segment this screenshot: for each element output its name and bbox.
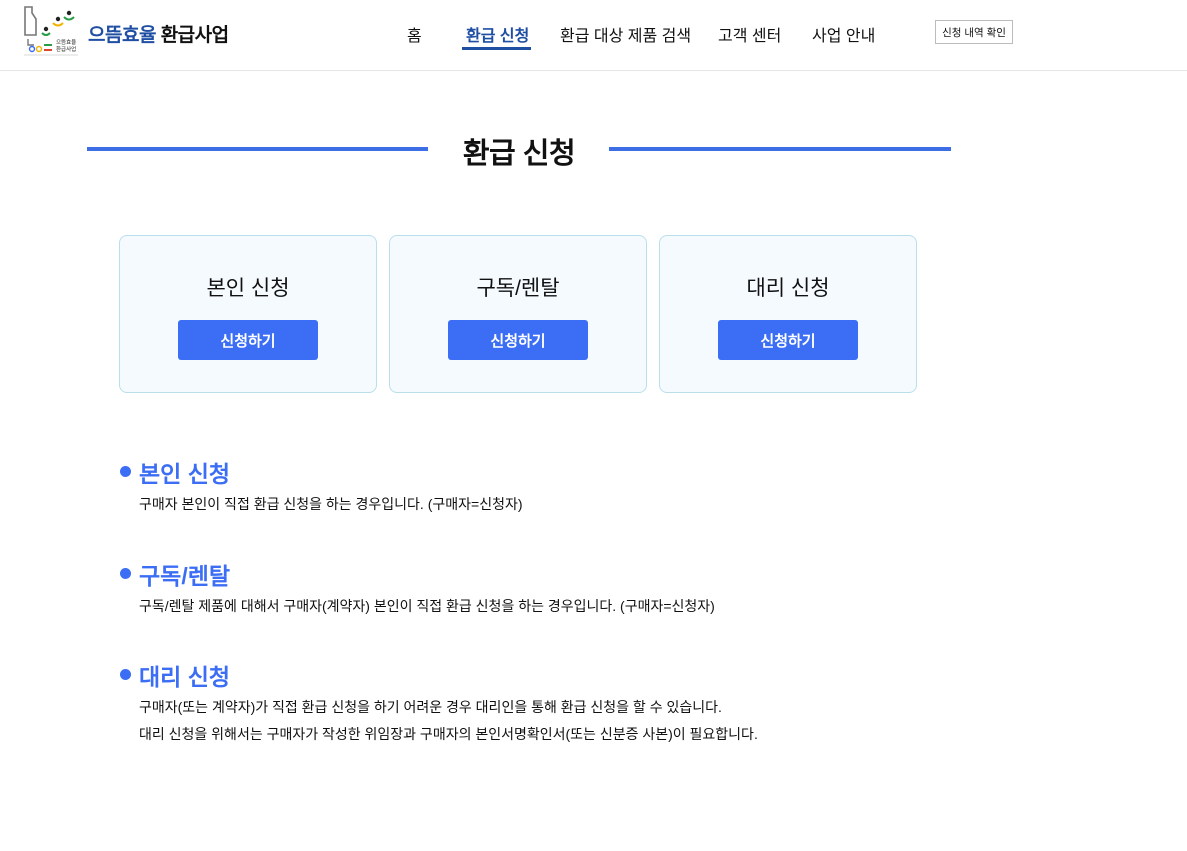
bullet-icon bbox=[120, 568, 131, 579]
nav-customer-center[interactable]: 고객 센터 bbox=[718, 22, 781, 46]
nav-home[interactable]: 홈 bbox=[407, 22, 422, 46]
nav-refund-apply[interactable]: 환급 신청 bbox=[466, 22, 529, 46]
title-line-left bbox=[87, 147, 428, 151]
card-title: 본인 신청 bbox=[206, 277, 290, 300]
section-description: 구매자(또는 계약자)가 직접 환급 신청을 하기 어려운 경우 대리인을 통해… bbox=[139, 699, 722, 715]
section-description: 대리 신청을 위해서는 구매자가 작성한 위임장과 구매자의 본인서명확인서(또… bbox=[139, 726, 758, 742]
section-title: 구독/렌탈 bbox=[139, 563, 231, 589]
card-subscription-rental: 구독/렌탈 신청하기 bbox=[389, 235, 647, 393]
active-nav-underline bbox=[462, 47, 531, 50]
proxy-apply-button[interactable]: 신청하기 bbox=[718, 320, 858, 360]
top-header: 으뜸효율 환급사업 으뜸효율 환급사업 홈 환급 신청 환급 대상 제품 검색 … bbox=[0, 0, 1187, 71]
section-description: 구매자 본인이 직접 환급 신청을 하는 경우입니다. (구매자=신청자) bbox=[139, 496, 523, 512]
card-title: 구독/렌탈 bbox=[476, 277, 560, 300]
section-title: 본인 신청 bbox=[139, 461, 231, 487]
page-title: 환급 신청 bbox=[462, 138, 576, 170]
card-proxy-apply: 대리 신청 신청하기 bbox=[659, 235, 917, 393]
card-self-apply: 본인 신청 신청하기 bbox=[119, 235, 377, 393]
title-line-right bbox=[609, 147, 951, 151]
nav-business-info[interactable]: 사업 안내 bbox=[812, 22, 875, 46]
subscription-apply-button[interactable]: 신청하기 bbox=[448, 320, 588, 360]
nav-product-search[interactable]: 환급 대상 제품 검색 bbox=[560, 22, 691, 46]
card-title: 대리 신청 bbox=[746, 277, 830, 300]
self-apply-button[interactable]: 신청하기 bbox=[178, 320, 318, 360]
section-title: 대리 신청 bbox=[139, 664, 231, 690]
section-description: 구독/렌탈 제품에 대해서 구매자(계약자) 본인이 직접 환급 신청을 하는 … bbox=[139, 598, 715, 614]
bullet-icon bbox=[120, 466, 131, 477]
application-history-button[interactable]: 신청 내역 확인 bbox=[935, 20, 1013, 44]
bullet-icon bbox=[120, 669, 131, 680]
